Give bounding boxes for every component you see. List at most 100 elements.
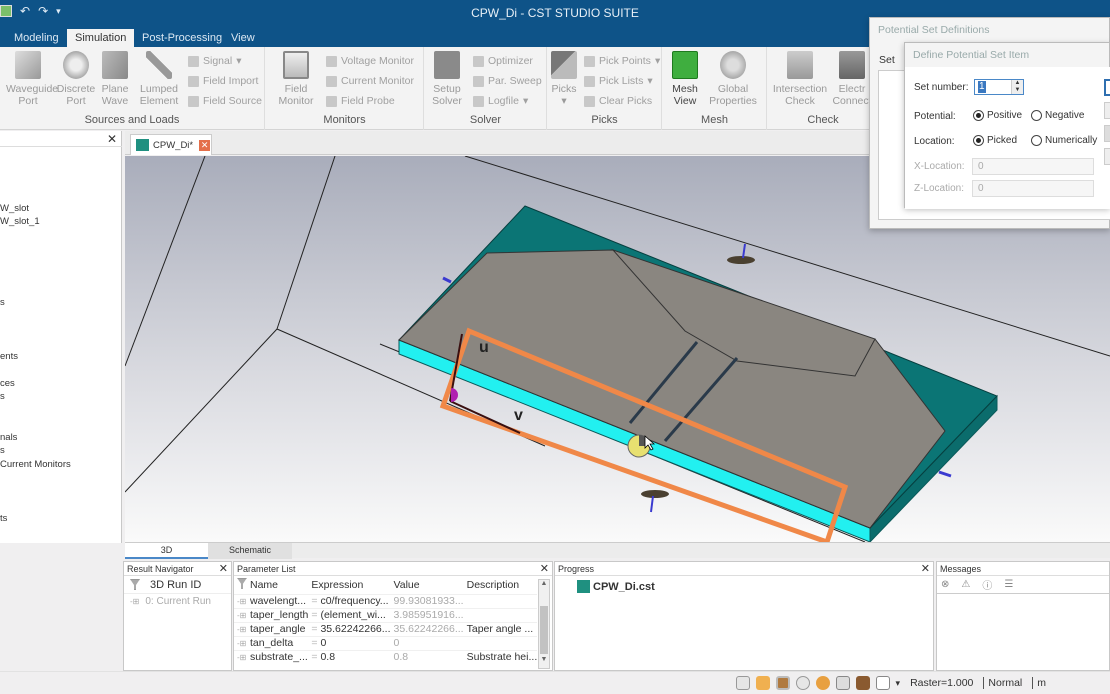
set-number-spinbox[interactable]: 1 ▲ ▼ bbox=[974, 79, 1024, 95]
ok-button[interactable] bbox=[1104, 79, 1110, 96]
table-row[interactable]: -⊞ taper_angle = 35.62242266... 35.62242… bbox=[234, 621, 538, 636]
spin-icon[interactable] bbox=[815, 676, 830, 690]
progress-item[interactable]: CPW_Di.cst bbox=[555, 576, 933, 593]
potential-negative-radio[interactable]: Negative bbox=[1031, 110, 1084, 121]
discrete-port-button[interactable]: Discrete Port bbox=[54, 51, 98, 107]
reset-view-icon[interactable] bbox=[835, 676, 850, 690]
zoom-icon[interactable] bbox=[735, 676, 750, 690]
tree-item[interactable]: s bbox=[0, 391, 5, 402]
voltage-monitor-button[interactable]: Voltage Monitor bbox=[326, 52, 414, 70]
lumped-element-button[interactable]: Lumped Element bbox=[137, 51, 181, 107]
x-location-field[interactable]: 0 bbox=[972, 158, 1094, 175]
param-expression[interactable]: = 0.8 bbox=[308, 649, 391, 664]
electric-connections-button[interactable]: Electr Connect bbox=[830, 51, 874, 107]
port-marker[interactable] bbox=[641, 490, 669, 498]
column-header-name[interactable]: Name bbox=[247, 576, 308, 594]
column-header-run-id[interactable]: 3D Run ID bbox=[150, 579, 201, 591]
tab-view[interactable]: View bbox=[223, 29, 263, 47]
close-icon[interactable]: ✕ bbox=[219, 562, 228, 575]
close-icon[interactable]: ✕ bbox=[921, 562, 930, 575]
port-marker[interactable] bbox=[727, 256, 755, 264]
param-expression[interactable]: = 0 bbox=[308, 635, 391, 650]
tree-item[interactable]: ents bbox=[0, 351, 18, 362]
signal-button[interactable]: Signal ▾ bbox=[188, 52, 241, 70]
table-row[interactable]: -⊞ wavelengt... = c0/frequency... 99.930… bbox=[234, 593, 538, 608]
warning-filter-icon[interactable]: ⚠ bbox=[961, 579, 970, 590]
spin-arrows-icon[interactable]: ▲ ▼ bbox=[1011, 80, 1023, 94]
clear-picks-button[interactable]: Clear Picks bbox=[584, 92, 652, 110]
table-row[interactable]: -⊞ substrate_... = 0.8 0.8 Substrate hei… bbox=[234, 649, 538, 664]
panel-header: Progress ✕ bbox=[555, 562, 933, 576]
rotate-icon[interactable] bbox=[775, 676, 790, 690]
setup-solver-button[interactable]: Setup Solver bbox=[425, 51, 469, 107]
waveguide-port-button[interactable]: Waveguide Port bbox=[6, 51, 58, 107]
field-import-button[interactable]: Field Import bbox=[188, 72, 258, 90]
filter-icon[interactable] bbox=[130, 579, 140, 590]
filter-icon[interactable] bbox=[237, 577, 247, 589]
close-tab-icon[interactable]: ✕ bbox=[199, 139, 211, 151]
logfile-button[interactable]: Logfile ▾ bbox=[473, 92, 528, 110]
scrollbar-thumb[interactable] bbox=[540, 606, 548, 654]
param-expression[interactable]: = 35.62242266... bbox=[308, 621, 391, 636]
tab-simulation[interactable]: Simulation bbox=[67, 29, 135, 47]
error-filter-icon[interactable]: ⊗ bbox=[941, 579, 949, 590]
location-numerically-radio[interactable]: Numerically bbox=[1031, 135, 1097, 146]
tree-item[interactable]: nals bbox=[0, 432, 17, 443]
table-row[interactable]: -⊞ tan_delta = 0 0 bbox=[234, 635, 538, 650]
view-cube-icon[interactable] bbox=[875, 676, 890, 690]
tree-item[interactable]: s bbox=[0, 445, 5, 456]
help-button[interactable] bbox=[1104, 148, 1110, 165]
tree-item[interactable]: W_slot bbox=[0, 203, 29, 214]
plane-wave-button[interactable]: Plane Wave bbox=[93, 51, 137, 107]
tab-modeling[interactable]: Modeling bbox=[6, 29, 67, 47]
tree-item[interactable]: s bbox=[0, 297, 5, 308]
document-tab[interactable]: CPW_Di* ✕ bbox=[130, 134, 212, 155]
tab-post-processing[interactable]: Post-Processing bbox=[134, 29, 230, 47]
tree-item[interactable]: ces bbox=[0, 378, 15, 389]
field-monitor-button[interactable]: Field Monitor bbox=[274, 51, 318, 107]
close-icon[interactable]: ✕ bbox=[540, 562, 549, 575]
pick-points-button[interactable]: Pick Points ▾ bbox=[584, 52, 660, 70]
tree-item[interactable]: ts bbox=[0, 513, 7, 524]
par-sweep-button[interactable]: Par. Sweep bbox=[473, 72, 542, 90]
optimizer-button[interactable]: Optimizer bbox=[473, 52, 533, 70]
column-header-value[interactable]: Value bbox=[391, 576, 464, 594]
tab-schematic[interactable]: Schematic bbox=[208, 543, 292, 559]
set-tab[interactable]: Set bbox=[879, 54, 895, 66]
parameter-list-scrollbar[interactable]: ▲ ▼ bbox=[538, 579, 550, 669]
pan-icon[interactable] bbox=[755, 676, 770, 690]
cutting-plane-icon[interactable] bbox=[855, 676, 870, 690]
mesh-view-button[interactable]: Mesh View bbox=[663, 51, 707, 107]
table-row[interactable]: -⊞ 0: Current Run bbox=[124, 594, 231, 608]
signal-icon bbox=[188, 55, 199, 67]
tree-item[interactable]: Current Monitors bbox=[0, 459, 71, 470]
table-row[interactable]: -⊞ taper_length = (element_wi... 3.98595… bbox=[234, 607, 538, 622]
message-options-icon[interactable]: ☰ bbox=[1004, 579, 1013, 590]
close-icon[interactable]: ✕ bbox=[107, 132, 117, 146]
view-mode[interactable]: Normal bbox=[983, 677, 1026, 689]
param-expression[interactable]: = (element_wi... bbox=[308, 607, 391, 622]
pick-lists-button[interactable]: Pick Lists ▾ bbox=[584, 72, 653, 90]
scroll-up-icon[interactable]: ▲ bbox=[539, 580, 549, 592]
info-filter-icon[interactable]: ⓘ bbox=[982, 577, 992, 592]
param-expression[interactable]: = c0/frequency... bbox=[308, 593, 391, 608]
scroll-down-icon[interactable]: ▼ bbox=[539, 656, 549, 668]
column-header-expression[interactable]: Expression bbox=[308, 576, 390, 594]
field-probe-label: Field Probe bbox=[341, 95, 395, 107]
dynamic-zoom-icon[interactable] bbox=[795, 676, 810, 690]
dropdown-icon[interactable]: ▾ bbox=[896, 678, 901, 689]
cancel-button[interactable] bbox=[1104, 102, 1110, 119]
current-monitor-button[interactable]: Current Monitor bbox=[326, 72, 414, 90]
field-source-button[interactable]: Field Source bbox=[188, 92, 262, 110]
tab-3d[interactable]: 3D bbox=[125, 543, 208, 559]
potential-positive-radio[interactable]: Positive bbox=[973, 110, 1022, 121]
field-probe-button[interactable]: Field Probe bbox=[326, 92, 395, 110]
tree-item[interactable]: W_slot_1 bbox=[0, 216, 40, 227]
location-picked-radio[interactable]: Picked bbox=[973, 135, 1017, 146]
apply-button[interactable] bbox=[1104, 125, 1110, 142]
picks-button[interactable]: Picks ▾ bbox=[542, 51, 586, 107]
intersection-check-button[interactable]: Intersection Check bbox=[772, 51, 828, 107]
z-location-field[interactable]: 0 bbox=[972, 180, 1094, 197]
global-properties-button[interactable]: Global Properties bbox=[707, 51, 759, 107]
column-header-description[interactable]: Description bbox=[464, 576, 538, 594]
